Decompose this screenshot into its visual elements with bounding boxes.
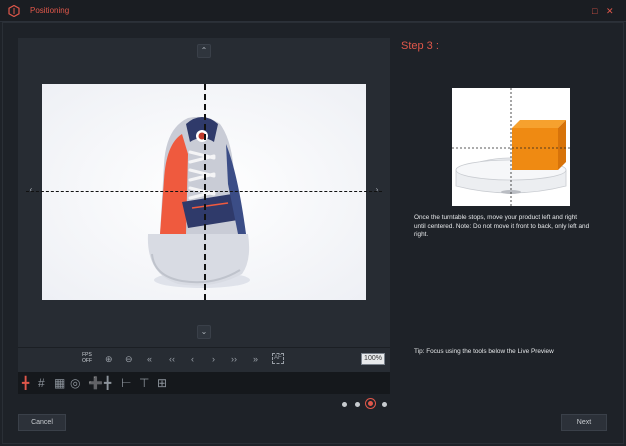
title-bar: Positioning □ ✕ xyxy=(0,0,626,22)
turntable-diagram xyxy=(452,88,570,206)
step-dot-2 xyxy=(355,402,360,407)
focus-near-step-icon[interactable]: › xyxy=(212,353,215,365)
vertical-bracket-icon[interactable]: ⊤ xyxy=(139,376,149,390)
crosshair-dashed-icon[interactable]: ╋ xyxy=(22,376,29,390)
grid-center-icon[interactable]: ╋ xyxy=(104,376,111,390)
step-instructions: Once the turntable stops, move your prod… xyxy=(414,214,590,239)
cancel-button[interactable]: Cancel xyxy=(18,414,66,431)
fps-toggle[interactable]: FPS OFF xyxy=(82,352,92,364)
vertical-center-guide xyxy=(204,84,206,300)
step-dot-4 xyxy=(382,402,387,407)
window-title: Positioning xyxy=(30,6,70,15)
boxed-cross-icon[interactable]: ⊞ xyxy=(157,376,167,390)
focus-near-fast-icon[interactable]: » xyxy=(253,353,258,365)
grid-3x3-icon[interactable]: # xyxy=(38,376,45,390)
maximize-icon[interactable]: □ xyxy=(592,5,597,17)
app-logo-icon xyxy=(8,5,20,17)
turntable-illustration xyxy=(452,88,570,206)
zoom-level-display: 100% xyxy=(361,353,385,365)
horizontal-center-guide xyxy=(26,191,382,192)
pan-up-button[interactable]: ⌃ xyxy=(197,44,211,58)
focus-far-step-icon[interactable]: ‹ xyxy=(191,353,194,365)
tip-text: Tip: Focus using the tools below the Liv… xyxy=(414,348,554,355)
focus-near-icon[interactable]: ›› xyxy=(231,353,237,365)
grid-fine-icon[interactable]: ▦ xyxy=(54,376,65,390)
step-title: Step 3 : xyxy=(401,40,439,52)
step-dot-1 xyxy=(342,402,347,407)
focus-far-icon[interactable]: ‹‹ xyxy=(169,353,175,365)
crosshair-icon[interactable]: ➕ xyxy=(88,376,103,390)
autofocus-button[interactable]: AF xyxy=(272,353,284,364)
pan-down-button[interactable]: ⌄ xyxy=(197,325,211,339)
preview-toolbar xyxy=(18,347,390,372)
horizontal-bracket-icon[interactable]: ⊢ xyxy=(121,376,131,390)
zoom-in-icon[interactable]: ⊕ xyxy=(105,353,113,365)
focus-far-fast-icon[interactable]: « xyxy=(147,353,152,365)
close-icon[interactable]: ✕ xyxy=(606,5,614,17)
step-dot-3-current xyxy=(366,399,375,408)
next-button[interactable]: Next xyxy=(561,414,607,431)
fps-state: OFF xyxy=(82,358,92,364)
zoom-out-icon[interactable]: ⊖ xyxy=(125,353,133,365)
concentric-circles-icon[interactable]: ◎ xyxy=(70,376,80,390)
